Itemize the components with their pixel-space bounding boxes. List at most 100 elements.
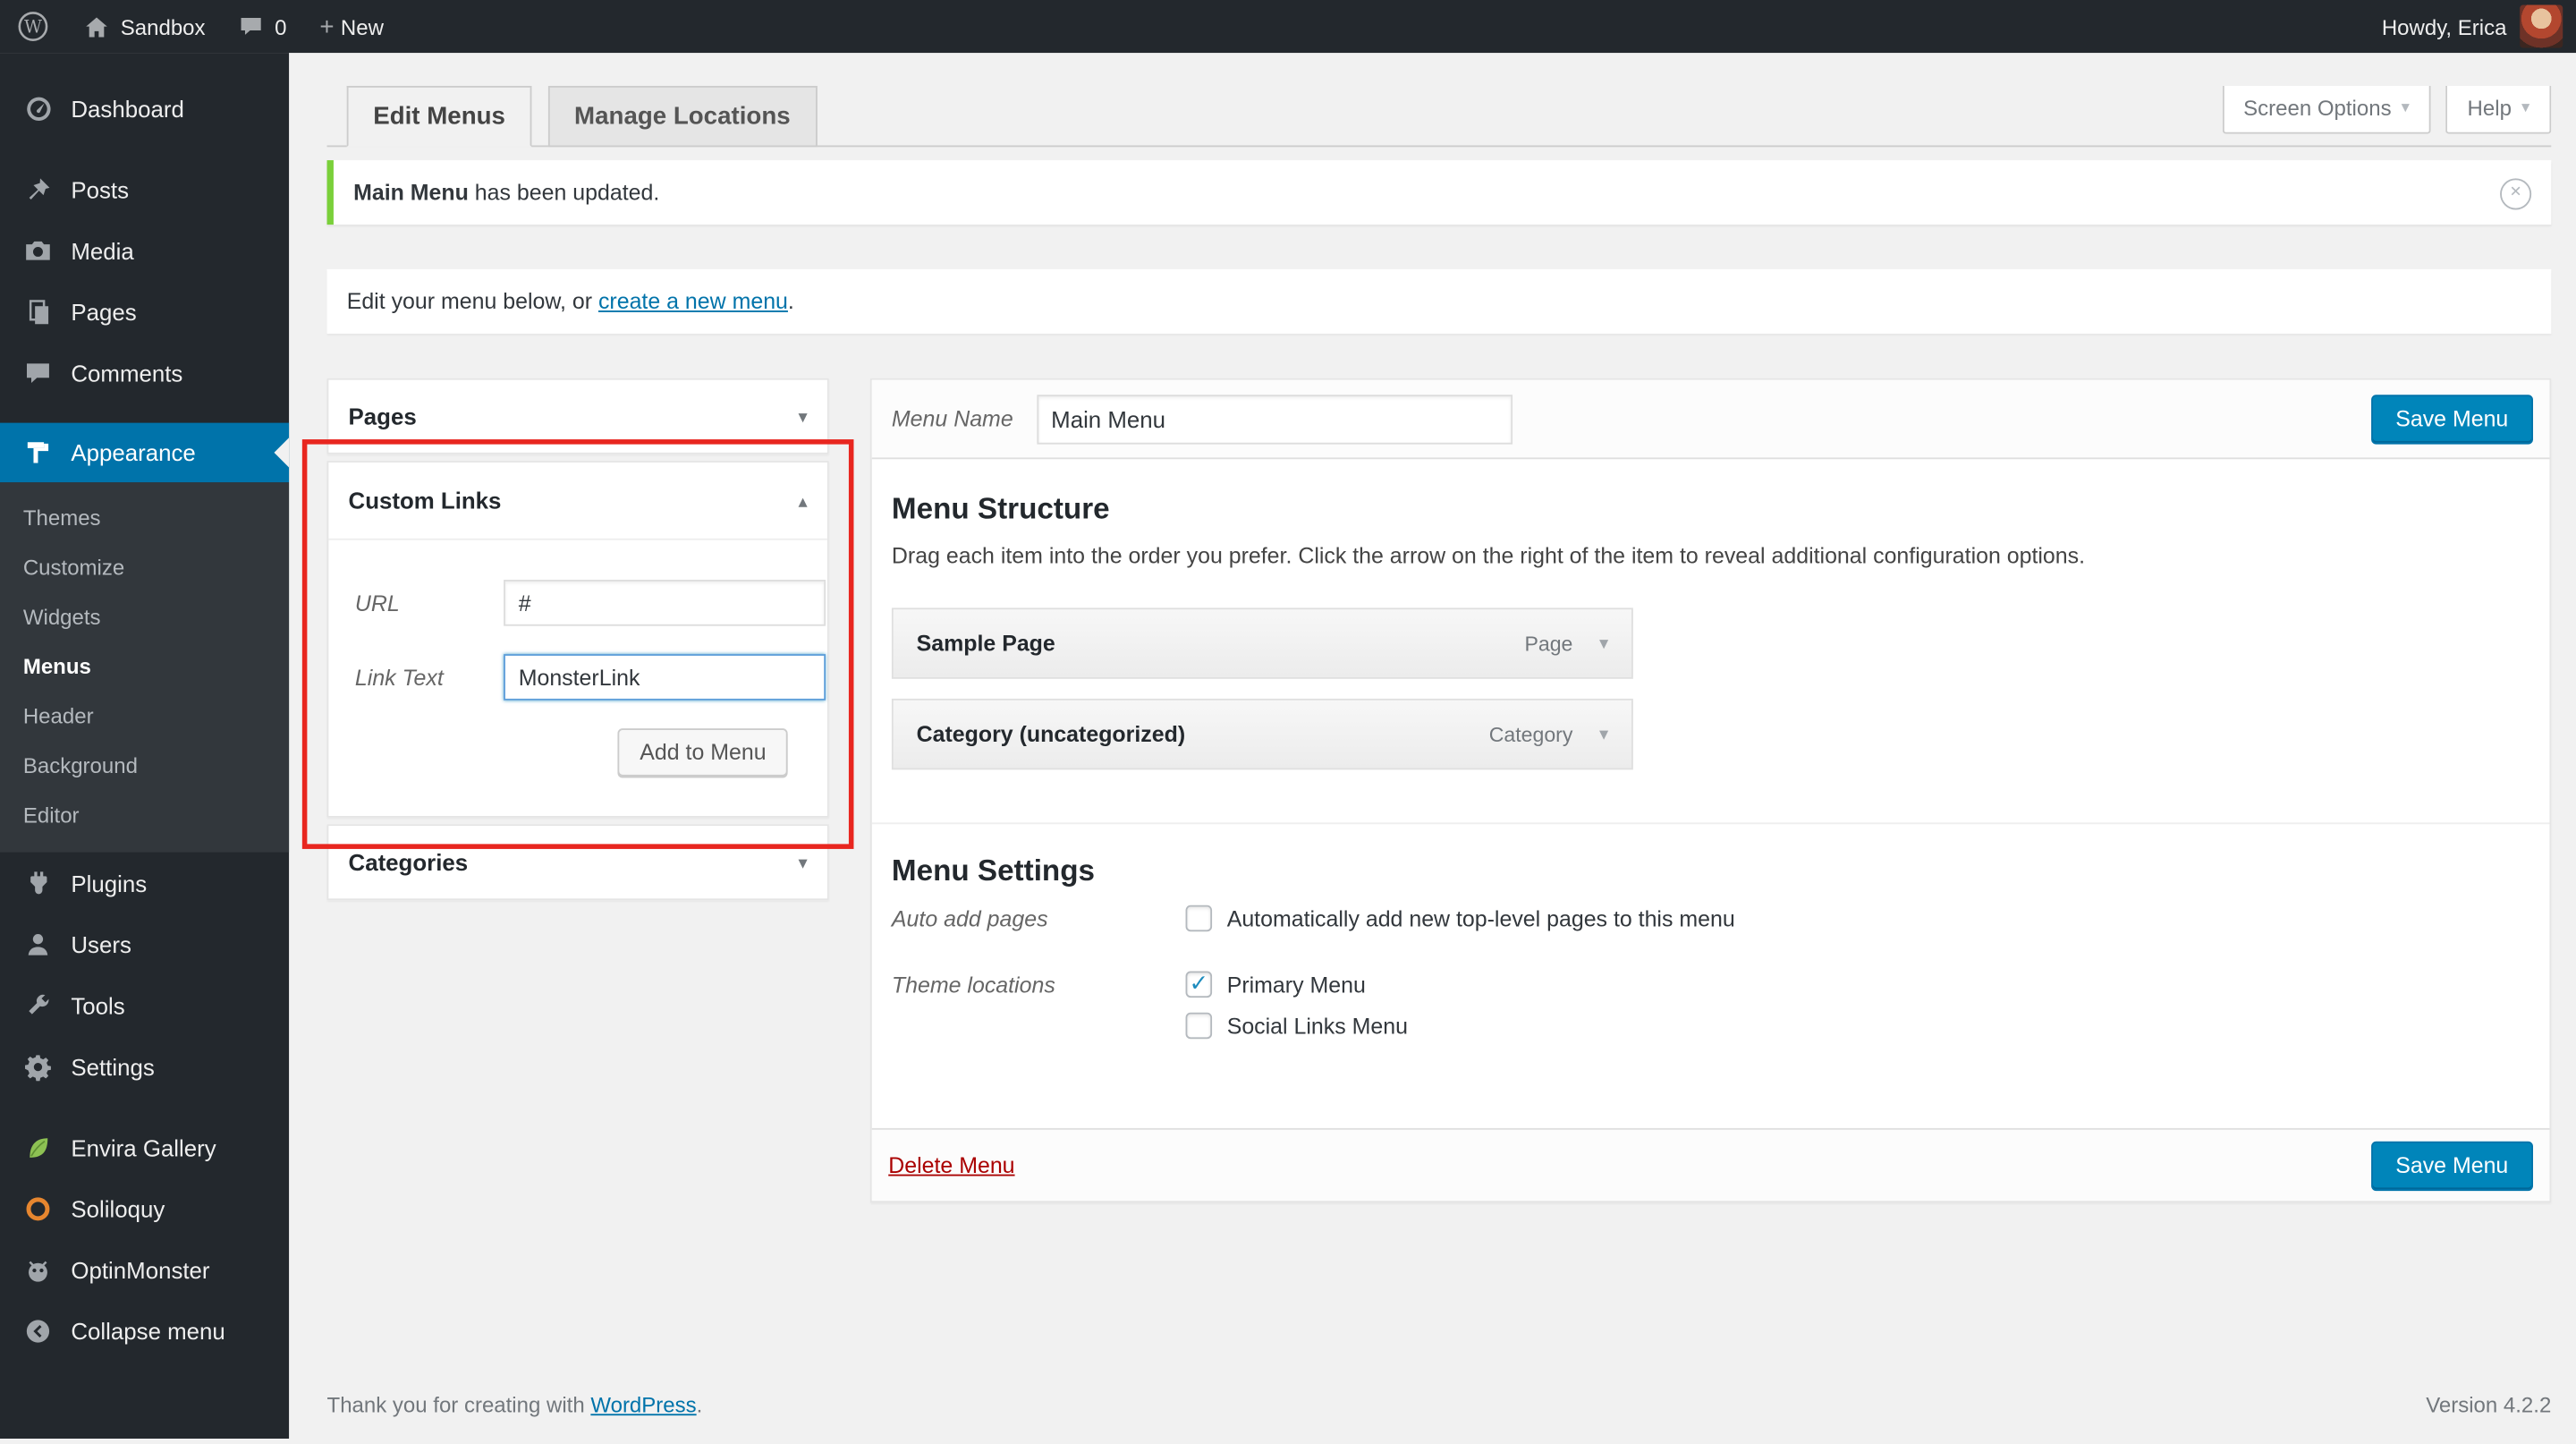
auto-add-pages-row: Auto add pages Automatically add new top…	[892, 905, 2533, 947]
menu-item-label: Sample Page	[916, 631, 1055, 656]
create-new-menu-link[interactable]: create a new menu	[598, 289, 788, 314]
check-icon: ✓	[1189, 969, 1209, 997]
sidebar-item-optinmonster[interactable]: OptinMonster	[0, 1239, 289, 1300]
sidebar-item-label: Media	[71, 236, 134, 264]
delete-menu-link[interactable]: Delete Menu	[888, 1153, 1014, 1178]
footer-thanks-suffix: .	[696, 1392, 703, 1417]
dashboard-icon	[21, 91, 55, 124]
submenu-item-widgets[interactable]: Widgets	[0, 593, 289, 642]
menu-item-sources-column: Pages ▾ Custom Links ▴ URL # Link Text M…	[301, 378, 854, 907]
comments-shortcut[interactable]: 0	[222, 0, 303, 53]
tab-manage-locations[interactable]: Manage Locations	[547, 86, 818, 148]
submenu-item-header[interactable]: Header	[0, 692, 289, 742]
save-menu-button-top[interactable]: Save Menu	[2370, 394, 2533, 444]
primary-menu-checkbox[interactable]: ✓	[1185, 969, 1213, 998]
menu-item-category-uncategorized[interactable]: Category (uncategorized) Category ▾	[891, 698, 1633, 770]
save-menu-button-bottom[interactable]: Save Menu	[2370, 1140, 2533, 1191]
site-name-label: Sandbox	[120, 13, 206, 39]
social-links-menu-checkbox[interactable]	[1185, 1012, 1213, 1040]
sidebar-item-label: OptinMonster	[71, 1256, 210, 1283]
version-text: Version 4.2.2	[2426, 1392, 2552, 1417]
menu-editor-card: Menu Name Save Menu Menu Structure Drag …	[869, 378, 2552, 1202]
sidebar-item-label: Plugins	[71, 870, 148, 896]
add-to-menu-button[interactable]: Add to Menu	[618, 728, 788, 777]
sidebar-item-dashboard[interactable]: Dashboard	[0, 78, 289, 139]
new-label: New	[340, 13, 384, 39]
link-text-input[interactable]	[504, 654, 826, 701]
appearance-submenu: Themes Customize Widgets Menus Header Ba…	[0, 482, 290, 853]
submenu-item-editor[interactable]: Editor	[0, 791, 289, 840]
primary-menu-label: Primary Menu	[1226, 972, 1366, 998]
auto-add-pages-checkbox[interactable]	[1185, 905, 1213, 932]
site-name-link[interactable]: Sandbox	[66, 0, 222, 53]
admin-bar-account: Howdy, Erica	[2365, 0, 2576, 53]
sidebar-item-label: Comments	[71, 359, 183, 386]
new-content-button[interactable]: + New	[303, 0, 401, 53]
sidebar-item-soliloquy[interactable]: Soliloquy	[0, 1177, 289, 1238]
sidebar-item-label: Dashboard	[71, 95, 184, 122]
sidebar-item-label: Collapse menu	[71, 1317, 225, 1344]
chevron-down-icon[interactable]: ▾	[1599, 724, 1608, 744]
sidebar-item-comments[interactable]: Comments	[0, 342, 289, 403]
camera-icon	[21, 234, 55, 267]
chevron-down-icon[interactable]: ▾	[799, 405, 808, 427]
menu-item-type: Category	[1488, 722, 1573, 746]
pages-panel-header[interactable]: Pages ▾	[328, 380, 827, 453]
submenu-item-customize[interactable]: Customize	[0, 543, 289, 592]
custom-links-panel-header[interactable]: Custom Links ▴	[328, 463, 827, 540]
svg-text:W: W	[24, 17, 42, 38]
help-button[interactable]: Help ▾	[2445, 86, 2552, 134]
menu-structure-help: Drag each item into the order you prefer…	[891, 543, 2086, 569]
submenu-item-menus[interactable]: Menus	[0, 642, 289, 692]
leaf-icon	[21, 1131, 55, 1164]
sidebar-item-posts[interactable]: Posts	[0, 158, 289, 219]
comment-bubble-icon	[238, 13, 265, 40]
sidebar-item-label: Posts	[71, 175, 130, 203]
chevron-up-icon[interactable]: ▴	[799, 489, 808, 511]
url-input[interactable]	[504, 580, 826, 626]
admin-footer: Thank you for creating with WordPress. V…	[327, 1392, 2552, 1443]
dismiss-notice-icon[interactable]: ✕	[2500, 177, 2532, 209]
comments-icon	[21, 356, 55, 389]
sidebar-item-tools[interactable]: Tools	[0, 974, 289, 1035]
sidebar-item-label: Appearance	[71, 439, 196, 466]
categories-panel: Categories ▾	[326, 824, 829, 901]
submenu-item-themes[interactable]: Themes	[0, 494, 289, 543]
menu-item-label: Category (uncategorized)	[916, 721, 1186, 747]
wordpress-logo-menu[interactable]: W	[0, 0, 66, 53]
help-label: Help	[2467, 96, 2512, 121]
sidebar-item-collapse-menu[interactable]: Collapse menu	[0, 1300, 289, 1361]
pages-icon	[21, 295, 55, 328]
wordpress-link[interactable]: WordPress	[590, 1392, 696, 1417]
sidebar-item-pages[interactable]: Pages	[0, 281, 289, 342]
theme-locations-label: Theme locations	[891, 973, 1055, 998]
menu-name-row: Menu Name Save Menu	[871, 379, 2550, 460]
sidebar-item-settings[interactable]: Settings	[0, 1036, 289, 1097]
menu-item-sample-page[interactable]: Sample Page Page ▾	[891, 607, 1633, 679]
sidebar-item-users[interactable]: Users	[0, 913, 289, 974]
chevron-down-icon[interactable]: ▾	[799, 852, 808, 873]
custom-links-form: URL Link Text Add to Menu	[328, 540, 827, 816]
plus-icon: +	[319, 12, 335, 41]
submenu-item-background[interactable]: Background	[0, 742, 289, 791]
sidebar-item-envira-gallery[interactable]: Envira Gallery	[0, 1117, 289, 1177]
chevron-down-icon[interactable]: ▾	[1599, 633, 1608, 654]
categories-panel-header[interactable]: Categories ▾	[328, 826, 827, 898]
footer-thanks-text: Thank you for creating with	[326, 1392, 591, 1417]
howdy-text[interactable]: Howdy, Erica	[2382, 14, 2507, 39]
custom-links-panel-title: Custom Links	[348, 487, 502, 514]
sidebar-item-plugins[interactable]: Plugins	[0, 853, 289, 913]
menu-name-input[interactable]	[1036, 394, 1513, 444]
categories-panel-title: Categories	[348, 848, 469, 876]
monster-icon	[21, 1253, 55, 1286]
tab-edit-menus[interactable]: Edit Menus	[346, 86, 532, 148]
screen-options-button[interactable]: Screen Options ▾	[2222, 86, 2431, 134]
avatar[interactable]	[2520, 4, 2563, 48]
nav-tab-wrapper: Edit Menus Manage Locations	[326, 86, 2552, 148]
wordpress-logo-icon: W	[16, 10, 49, 43]
soliloquy-icon	[21, 1192, 55, 1225]
pin-icon	[21, 173, 55, 206]
sidebar-item-appearance[interactable]: Appearance	[0, 422, 290, 483]
sidebar-item-media[interactable]: Media	[0, 220, 289, 281]
menu-settings-heading: Menu Settings	[891, 854, 1096, 888]
